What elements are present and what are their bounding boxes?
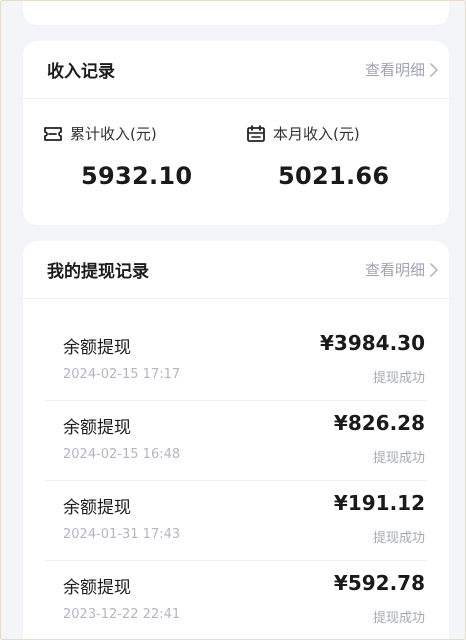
withdrawal-row[interactable]: 余额提现 2024-02-15 16:48 ¥826.28 提现成功 [45,401,427,481]
withdrawal-status: 提现成功 [372,531,425,546]
total-income-stat: 累计收入(元) 5932.10 [43,99,246,190]
withdrawals-header: 我的提现记录 查看明细 [23,241,449,299]
income-header: 收入记录 查看明细 [23,41,449,99]
month-income-label-row: 本月收入(元) [246,123,449,144]
withdrawal-title: 余额提现 [63,498,131,518]
total-income-value: 5932.10 [81,162,193,190]
withdrawals-card: 我的提现记录 查看明细 余额提现 2024-02-15 17:17 ¥3984.… [23,241,449,639]
income-detail-label: 查看明细 [364,61,425,79]
income-title: 收入记录 [47,62,115,82]
withdrawal-time: 2023-12-22 22:41 [63,607,181,622]
month-income-value: 5021.66 [278,162,390,190]
withdrawal-title: 余额提现 [63,578,131,598]
withdrawal-row[interactable]: 余额提现 2024-02-15 17:17 ¥3984.30 提现成功 [45,321,427,401]
ticket-icon [44,126,62,141]
total-income-label-row: 累计收入(元) [43,123,246,144]
withdrawal-status: 提现成功 [372,371,425,386]
chevron-right-icon [430,62,438,77]
withdrawal-row[interactable]: 余额提现 2024-01-31 17:43 ¥191.12 提现成功 [45,481,427,561]
month-income-label: 本月收入(元) [273,125,360,143]
withdrawals-detail-label: 查看明细 [364,261,425,279]
withdrawal-time: 2024-01-31 17:43 [63,527,181,542]
withdrawal-status: 提现成功 [372,451,425,466]
withdrawal-title: 余额提现 [63,418,131,438]
withdrawal-status: 提现成功 [372,611,425,626]
chevron-right-icon [430,262,438,277]
withdrawal-list: 余额提现 2024-02-15 17:17 ¥3984.30 提现成功 余额提现… [23,321,449,639]
withdrawal-amount: ¥191.12 [333,491,425,515]
withdrawal-time: 2024-02-15 17:17 [63,367,181,382]
calendar-icon [247,124,265,142]
income-stats: 累计收入(元) 5932.10 本月收入(元) 5021.66 [23,99,449,190]
income-detail-link[interactable]: 查看明细 [365,59,439,80]
withdrawal-row[interactable]: 余额提现 2023-12-22 22:41 ¥592.78 提现成功 [45,561,427,639]
withdrawal-amount: ¥826.28 [333,411,425,435]
previous-card [23,1,449,25]
withdrawal-amount: ¥592.78 [333,571,425,595]
total-income-label: 累计收入(元) [70,125,157,143]
withdrawals-detail-link[interactable]: 查看明细 [365,259,439,280]
withdrawals-title: 我的提现记录 [47,262,149,282]
withdrawal-title: 余额提现 [63,338,131,358]
page: 收入记录 查看明细 累计收入(元) 5932.10 本月收入(元) 5021.6… [0,0,466,640]
month-income-stat: 本月收入(元) 5021.66 [246,99,449,190]
withdrawal-time: 2024-02-15 16:48 [63,447,181,462]
withdrawal-amount: ¥3984.30 [319,331,425,355]
income-card: 收入记录 查看明细 累计收入(元) 5932.10 本月收入(元) 5021.6… [23,41,449,225]
